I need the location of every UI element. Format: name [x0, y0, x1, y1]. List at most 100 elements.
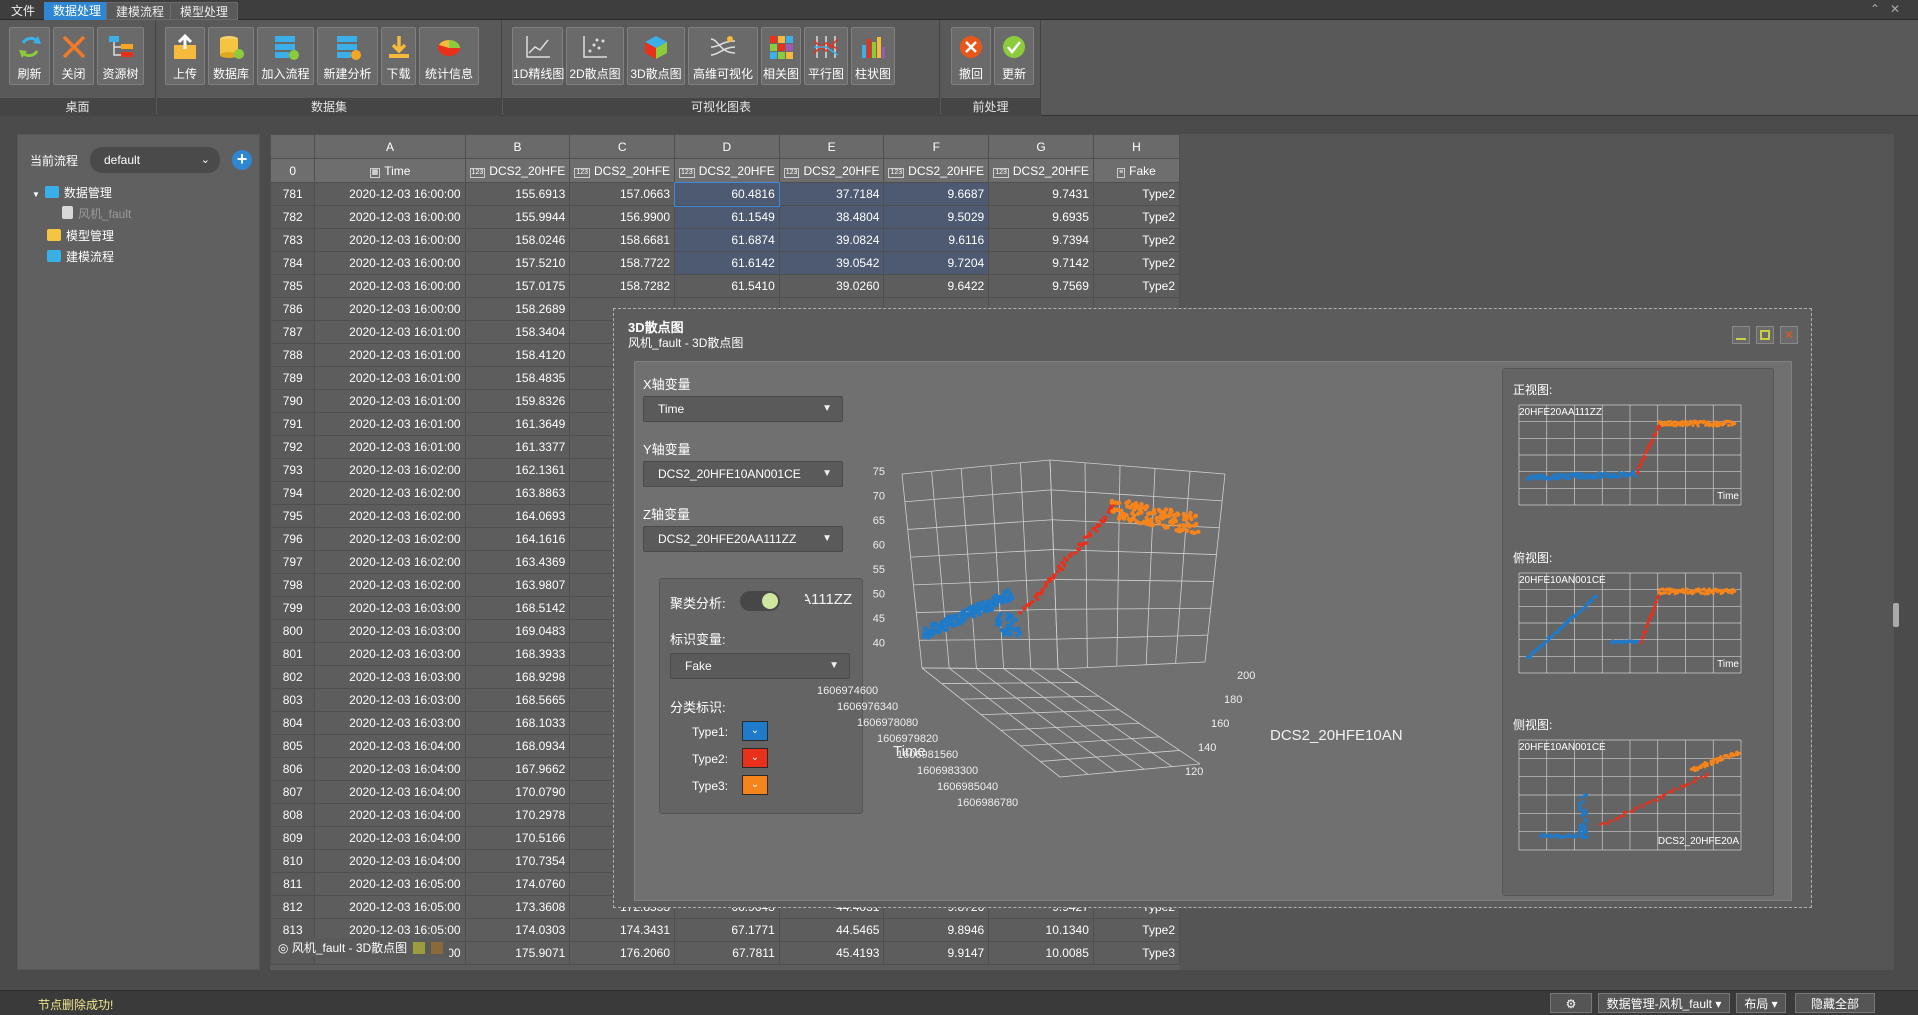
table-cell[interactable]: 123 DCS2_20HFE — [778, 158, 885, 183]
tree-item-modeling-flow[interactable]: 建模流程 — [47, 247, 114, 267]
table-cell[interactable]: 162.1361 — [464, 458, 571, 482]
table-cell[interactable]: 44.5465 — [778, 918, 885, 942]
scatter-3d-button[interactable]: 3D散点图 — [627, 27, 685, 85]
table-cell[interactable]: 39.0542 — [778, 251, 885, 275]
table-cell[interactable]: 123 DCS2_20HFE — [569, 158, 676, 183]
table-cell[interactable]: 2020-12-03 16:01:00 — [314, 320, 466, 344]
table-cell[interactable]: 67.7811 — [674, 941, 780, 965]
row-number-cell[interactable]: 805 — [270, 734, 316, 758]
restore-icon[interactable] — [413, 942, 426, 954]
table-cell[interactable]: 61.1549 — [674, 205, 780, 229]
table-cell[interactable]: 37.7184 — [778, 182, 885, 206]
type1-color-picker[interactable]: ⌄ — [742, 721, 768, 741]
table-cell[interactable]: 159.8326 — [464, 389, 571, 413]
table-cell[interactable]: 2020-12-03 16:02:00 — [314, 481, 466, 505]
row-number-cell[interactable]: 794 — [270, 481, 316, 505]
table-cell[interactable]: 157.0175 — [464, 274, 571, 298]
row-number-cell[interactable]: 795 — [270, 504, 316, 528]
table-cell[interactable]: 61.5410 — [674, 274, 780, 298]
table-cell[interactable]: B — [464, 134, 571, 159]
table-cell[interactable]: Type2 — [1092, 228, 1180, 252]
table-cell[interactable]: 170.0790 — [464, 780, 571, 804]
row-number-cell[interactable]: 789 — [270, 366, 316, 390]
table-cell[interactable]: 123 DCS2_20HFE — [883, 158, 990, 183]
table-cell[interactable]: 9.9147 — [883, 941, 990, 965]
table-cell[interactable]: ≡ Fake — [1092, 158, 1180, 183]
table-cell[interactable]: D — [674, 134, 780, 159]
table-cell[interactable]: 2020-12-03 16:04:00 — [314, 734, 466, 758]
table-cell[interactable]: 176.2060 — [569, 941, 676, 965]
table-cell[interactable]: G — [988, 134, 1094, 159]
row-number-cell[interactable]: 791 — [270, 412, 316, 436]
table-cell[interactable]: 2020-12-03 16:04:00 — [314, 780, 466, 804]
table-cell[interactable]: 173.3608 — [464, 895, 571, 919]
table-cell[interactable]: 61.6874 — [674, 228, 780, 252]
row-number-cell[interactable]: 809 — [270, 826, 316, 850]
table-cell[interactable]: 2020-12-03 16:03:00 — [314, 596, 466, 620]
row-number-cell[interactable]: 798 — [270, 573, 316, 597]
table-cell[interactable]: 9.6116 — [883, 228, 990, 252]
row-number-cell[interactable]: 793 — [270, 458, 316, 482]
table-cell[interactable]: 60.4816 — [673, 181, 781, 207]
table-cell[interactable]: 161.3377 — [464, 435, 571, 459]
row-number-cell[interactable]: 783 — [270, 228, 316, 252]
row-number-cell[interactable]: 781 — [270, 182, 316, 206]
table-cell[interactable]: 168.5665 — [464, 688, 571, 712]
table-cell[interactable]: 158.0246 — [464, 228, 571, 252]
table-cell[interactable]: 168.1033 — [464, 711, 571, 735]
table-cell[interactable]: 2020-12-03 16:03:00 — [314, 688, 466, 712]
table-cell[interactable]: 168.5142 — [464, 596, 571, 620]
maximize-button[interactable] — [1756, 326, 1774, 344]
table-cell[interactable]: 170.2978 — [464, 803, 571, 827]
dialog-close-button[interactable]: ✕ — [1780, 326, 1798, 344]
table-cell[interactable]: 2020-12-03 16:00:00 — [314, 251, 466, 275]
cluster-analysis-toggle[interactable] — [740, 591, 780, 611]
resource-tree-button[interactable]: 资源树 — [97, 27, 144, 85]
row-number-cell[interactable]: 785 — [270, 274, 316, 298]
table-cell[interactable]: 2020-12-03 16:03:00 — [314, 711, 466, 735]
table-cell[interactable]: Type2 — [1092, 918, 1180, 942]
table-cell[interactable]: 161.3649 — [464, 412, 571, 436]
table-cell[interactable]: 2020-12-03 16:05:00 — [314, 872, 466, 896]
table-cell[interactable]: C — [569, 134, 676, 159]
table-cell[interactable]: 2020-12-03 16:03:00 — [314, 619, 466, 643]
table-cell[interactable]: 2020-12-03 16:02:00 — [314, 550, 466, 574]
table-cell[interactable]: 9.7569 — [988, 274, 1094, 298]
menu-data-processing[interactable]: 数据处理 — [44, 2, 111, 20]
table-cell[interactable]: 158.3404 — [464, 320, 571, 344]
undo-button[interactable]: 撤回 — [951, 27, 991, 85]
table-cell[interactable]: 163.8863 — [464, 481, 571, 505]
table-cell[interactable]: 2020-12-03 16:01:00 — [314, 412, 466, 436]
row-number-cell[interactable]: 812 — [270, 895, 316, 919]
table-cell[interactable]: 45.4193 — [778, 941, 885, 965]
upload-button[interactable]: 上传 — [165, 27, 205, 85]
table-cell[interactable]: A — [314, 134, 466, 159]
row-number-cell[interactable]: 799 — [270, 596, 316, 620]
table-cell[interactable]: 167.9662 — [464, 757, 571, 781]
table-cell[interactable]: 2020-12-03 16:03:00 — [314, 665, 466, 689]
row-number-cell[interactable]: 801 — [270, 642, 316, 666]
table-cell[interactable]: Type3 — [1092, 941, 1180, 965]
table-cell[interactable]: E — [778, 134, 885, 159]
table-cell[interactable]: 2020-12-03 16:01:00 — [314, 343, 466, 367]
table-cell[interactable]: 168.9298 — [464, 665, 571, 689]
close-icon[interactable] — [431, 942, 444, 954]
table-cell[interactable]: ▦ Time — [314, 158, 466, 183]
table-cell[interactable]: 2020-12-03 16:04:00 — [314, 803, 466, 827]
layout-button[interactable]: 布局 ▾ — [1736, 993, 1786, 1013]
close-button[interactable]: 关闭 — [53, 27, 94, 85]
table-cell[interactable]: 61.6142 — [674, 251, 780, 275]
flow-select[interactable]: default ⌄ — [90, 147, 220, 173]
tree-item-data-management[interactable]: ▼ 数据管理 — [32, 183, 112, 203]
table-cell[interactable]: H — [1092, 134, 1180, 159]
correlation-button[interactable]: 相关图 — [761, 27, 801, 85]
table-cell[interactable]: 9.7142 — [988, 251, 1094, 275]
table-cell[interactable]: 170.7354 — [464, 849, 571, 873]
table-cell[interactable]: 158.6681 — [569, 228, 676, 252]
menu-model-processing[interactable]: 模型处理 — [170, 2, 239, 20]
table-cell[interactable]: F — [883, 134, 990, 159]
row-number-cell[interactable]: 811 — [270, 872, 316, 896]
add-flow-button[interactable]: + — [232, 150, 252, 170]
table-cell[interactable]: 164.0693 — [464, 504, 571, 528]
row-number-cell[interactable]: 797 — [270, 550, 316, 574]
